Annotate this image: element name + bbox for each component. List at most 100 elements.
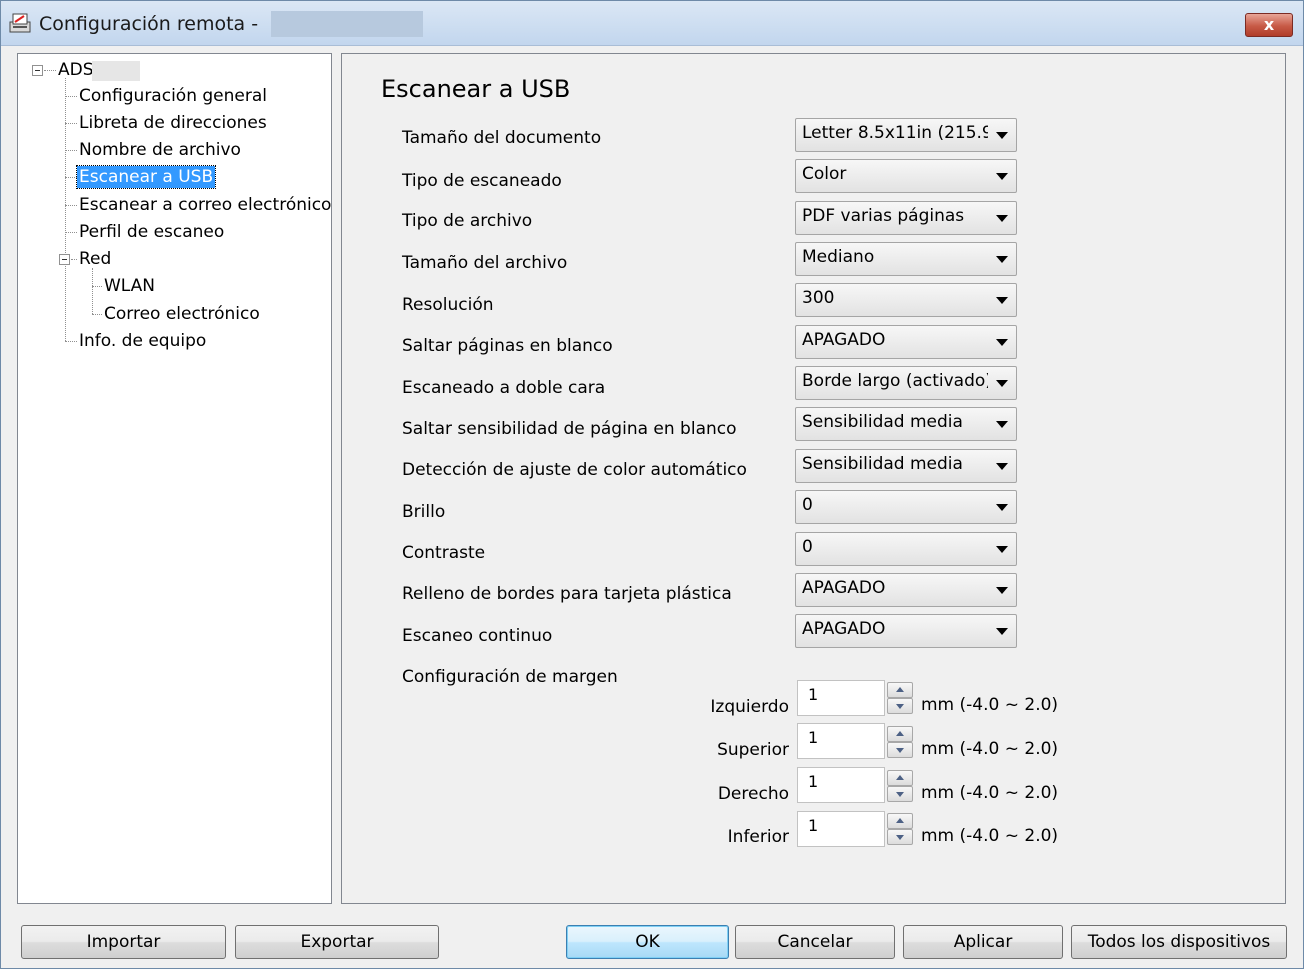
tree-item-root[interactable]: ADS	[58, 59, 94, 81]
plastic-card-edge-fill-select[interactable]: APAGADO	[795, 573, 1017, 607]
tree-connector	[65, 205, 77, 206]
spin-up-icon	[896, 731, 904, 736]
contrast-value: 0	[802, 537, 813, 557]
auto-color-detect-value: Sensibilidad media	[802, 454, 963, 474]
continuous-scan-label: Escaneo continuo	[402, 626, 553, 646]
chevron-down-icon	[996, 504, 1008, 511]
skip-blank-page-select[interactable]: APAGADO	[795, 325, 1017, 359]
tree-connector	[92, 286, 102, 287]
title-bar[interactable]: Configuración remota - x	[1, 1, 1303, 46]
tree-item-scan-profile[interactable]: Perfil de escaneo	[79, 221, 224, 243]
file-type-label: Tipo de archivo	[402, 211, 533, 231]
margin-right-increment[interactable]	[887, 770, 913, 786]
tree-item-file-name[interactable]: Nombre de archivo	[79, 139, 241, 161]
margin-top-input[interactable]: 1	[797, 723, 885, 759]
margin-left-decrement[interactable]	[887, 698, 913, 714]
plastic-card-edge-fill-value: APAGADO	[802, 578, 886, 598]
blank-page-sensitivity-select[interactable]: Sensibilidad media	[795, 407, 1017, 441]
auto-color-detect-select[interactable]: Sensibilidad media	[795, 449, 1017, 483]
tree-item-scan-to-usb[interactable]: Escanear a USB	[75, 165, 217, 189]
blank-page-sensitivity-label: Saltar sensibilidad de página en blanco	[402, 419, 737, 439]
tree-item-email[interactable]: Correo electrónico	[104, 303, 260, 325]
margin-right-input[interactable]: 1	[797, 767, 885, 803]
ok-button[interactable]: OK	[566, 925, 729, 959]
tree-item-scan-to-email[interactable]: Escanear a correo electrónico	[79, 194, 331, 216]
import-button[interactable]: Importar	[21, 925, 226, 959]
close-button[interactable]: x	[1245, 13, 1293, 37]
tree-connector	[65, 232, 77, 233]
apply-button[interactable]: Aplicar	[903, 925, 1063, 959]
file-type-value: PDF varias páginas	[802, 206, 965, 226]
margin-bottom-decrement[interactable]	[887, 829, 913, 845]
continuous-scan-value: APAGADO	[802, 619, 886, 639]
tree-item-address-book[interactable]: Libreta de direcciones	[79, 112, 267, 134]
resolution-label: Resolución	[402, 295, 494, 315]
remote-setup-app-icon	[9, 13, 31, 33]
spin-up-icon	[896, 687, 904, 692]
tree-connector	[65, 96, 77, 97]
brightness-select[interactable]: 0	[795, 490, 1017, 524]
document-size-label: Tamaño del documento	[402, 128, 602, 148]
tree-item-wlan[interactable]: WLAN	[104, 275, 155, 297]
margin-settings-label: Configuración de margen	[402, 667, 618, 687]
collapse-root-icon[interactable]	[32, 65, 43, 76]
margin-left-label: Izquierdo	[710, 697, 789, 717]
chevron-down-icon	[996, 132, 1008, 139]
chevron-down-icon	[996, 463, 1008, 470]
chevron-down-icon	[996, 628, 1008, 635]
contrast-select[interactable]: 0	[795, 532, 1017, 566]
document-size-value: Letter 8.5x11in (215.9	[802, 123, 988, 143]
margin-top-label: Superior	[717, 740, 789, 760]
spin-up-icon	[896, 818, 904, 823]
file-size-label: Tamaño del archivo	[402, 253, 568, 273]
margin-left-input[interactable]: 1	[797, 680, 885, 716]
scan-type-label: Tipo de escaneado	[402, 171, 562, 191]
contrast-label: Contraste	[402, 543, 486, 563]
margin-bottom-range: mm (-4.0 ~ 2.0)	[921, 826, 1059, 846]
spin-down-icon	[896, 835, 904, 840]
tree-connector	[65, 78, 66, 341]
file-size-select[interactable]: Mediano	[795, 242, 1017, 276]
spin-down-icon	[896, 792, 904, 797]
margin-right-label: Derecho	[717, 784, 789, 804]
margin-right-decrement[interactable]	[887, 786, 913, 802]
file-size-value: Mediano	[802, 247, 875, 267]
redacted-device-name	[271, 11, 423, 37]
brightness-label: Brillo	[402, 502, 446, 522]
resolution-select[interactable]: 300	[795, 283, 1017, 317]
document-size-select[interactable]: Letter 8.5x11in (215.9	[795, 118, 1017, 152]
plastic-card-edge-fill-label: Relleno de bordes para tarjeta plástica	[402, 584, 732, 604]
chevron-down-icon	[996, 173, 1008, 180]
cancel-button[interactable]: Cancelar	[735, 925, 895, 959]
brightness-value: 0	[802, 495, 813, 515]
margin-bottom-label: Inferior	[727, 827, 789, 847]
tree-item-general-setup[interactable]: Configuración general	[79, 85, 267, 107]
duplex-scan-select[interactable]: Borde largo (activado)	[795, 366, 1017, 400]
chevron-down-icon	[996, 546, 1008, 553]
tree-item-network[interactable]: Red	[79, 248, 111, 270]
margin-left-increment[interactable]	[887, 682, 913, 698]
export-button[interactable]: Exportar	[235, 925, 439, 959]
tree-connector	[92, 268, 93, 314]
navigation-tree[interactable]: ADS Configuración general Libreta de dir…	[17, 53, 332, 904]
chevron-down-icon	[996, 215, 1008, 222]
margin-top-increment[interactable]	[887, 726, 913, 742]
scan-type-select[interactable]: Color	[795, 159, 1017, 193]
margin-bottom-input[interactable]: 1	[797, 811, 885, 847]
tree-item-machine-info[interactable]: Info. de equipo	[79, 330, 206, 352]
tree-connector	[65, 150, 77, 151]
margin-top-range: mm (-4.0 ~ 2.0)	[921, 739, 1059, 759]
chevron-down-icon	[996, 421, 1008, 428]
all-devices-button[interactable]: Todos los dispositivos	[1071, 925, 1287, 959]
file-type-select[interactable]: PDF varias páginas	[795, 201, 1017, 235]
remote-setup-window: Configuración remota - x ADS Configuraci…	[0, 0, 1304, 969]
spin-up-icon	[896, 775, 904, 780]
skip-blank-page-value: APAGADO	[802, 330, 886, 350]
margin-top-decrement[interactable]	[887, 742, 913, 758]
window-title: Configuración remota -	[39, 13, 259, 35]
redacted-model-name	[92, 61, 140, 81]
margin-bottom-increment[interactable]	[887, 813, 913, 829]
continuous-scan-select[interactable]: APAGADO	[795, 614, 1017, 648]
chevron-down-icon	[996, 256, 1008, 263]
collapse-network-icon[interactable]	[59, 254, 70, 265]
